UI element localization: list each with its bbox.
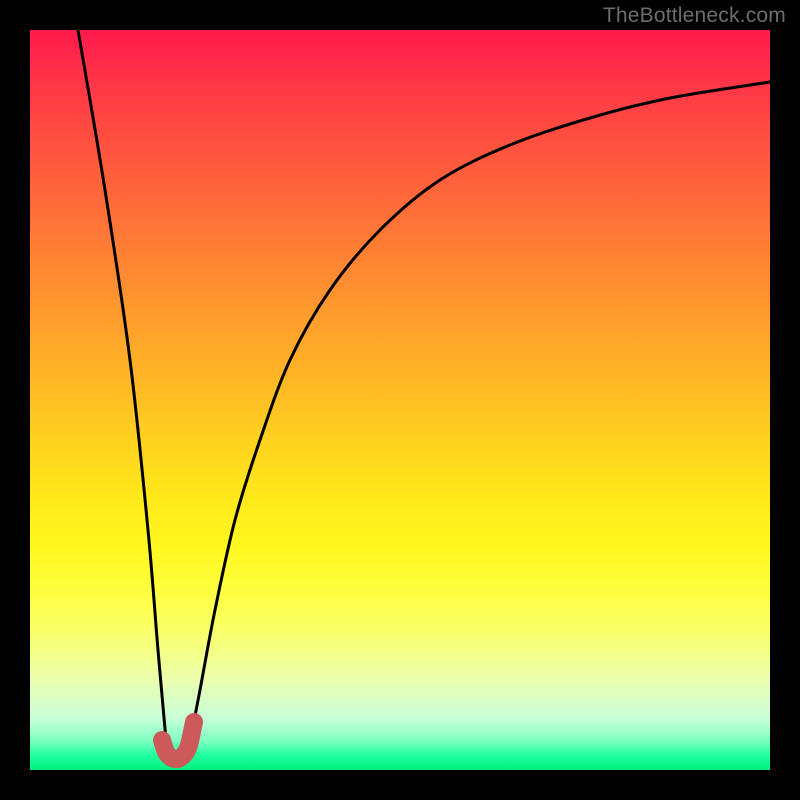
chart-frame: TheBottleneck.com xyxy=(0,0,800,800)
series-log-like-rising xyxy=(190,82,770,742)
series-v-left-descending xyxy=(78,30,166,740)
watermark-text: TheBottleneck.com xyxy=(603,4,786,28)
chart-curves xyxy=(30,30,770,770)
series-accent-hook xyxy=(162,722,194,759)
plot-area xyxy=(30,30,770,770)
